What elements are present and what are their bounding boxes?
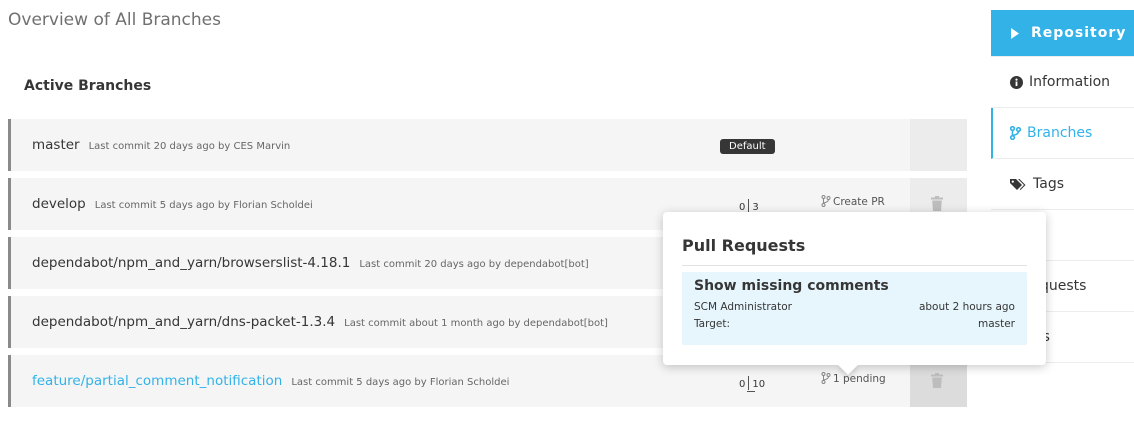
default-badge: Default <box>720 139 775 154</box>
behind-count: 10 <box>752 379 766 390</box>
pull-request-title: Show missing comments <box>694 278 889 294</box>
count-tick <box>747 391 755 392</box>
code-branch-icon <box>821 195 831 207</box>
pull-request-target: master <box>977 318 1015 330</box>
create-pr-button[interactable]: Create PR <box>821 195 885 208</box>
count-divider <box>748 376 750 390</box>
popover-title: Pull Requests <box>682 236 806 255</box>
page-title: Overview of All Branches <box>8 10 221 30</box>
branch-name[interactable]: dependabot/npm_and_yarn/dns-packet-1.3.4… <box>32 314 608 330</box>
count-divider <box>748 199 750 213</box>
pull-request-target-label: Target: <box>694 318 731 330</box>
sidebar-item-information[interactable]: Information <box>991 57 1134 108</box>
pending-pr-button[interactable]: 1 pending <box>821 372 886 385</box>
delete-cell <box>910 119 967 171</box>
branch-row-master: master Last commit 20 days ago by CES Mar… <box>8 119 967 171</box>
sidebar-item-branches[interactable]: Branches <box>991 108 1134 159</box>
ahead-count: 0 <box>739 379 746 390</box>
pull-request-card[interactable]: Show missing comments SCM Administrator … <box>682 272 1027 345</box>
caret-right-icon <box>1011 27 1019 39</box>
branch-meta: Last commit about 1 month ago by dependa… <box>344 318 608 329</box>
popover-divider <box>682 265 1027 266</box>
branch-meta: Last commit 20 days ago by dependabot[bo… <box>359 259 589 270</box>
branch-name-link[interactable]: feature/partial_comment_notification Last… <box>32 373 509 389</box>
tags-icon <box>1010 178 1026 190</box>
ahead-behind-counter: 03 <box>739 199 759 213</box>
code-branch-icon <box>821 372 831 384</box>
trash-icon[interactable] <box>931 196 943 211</box>
sidebar-item-tags[interactable]: Tags <box>991 159 1134 210</box>
pull-request-target-line: Target: master <box>694 318 1015 330</box>
code-branch-icon <box>1010 126 1021 140</box>
trash-icon[interactable] <box>931 373 943 388</box>
pull-request-author-line: SCM Administrator about 2 hours ago <box>694 301 1015 313</box>
section-title: Active Branches <box>24 78 152 94</box>
branch-meta: Last commit 5 days ago by Florian Schold… <box>291 377 510 388</box>
pull-request-author: SCM Administrator <box>694 301 792 313</box>
info-circle-icon <box>1010 75 1023 89</box>
ahead-behind-counter: 0 10 <box>739 376 766 392</box>
branch-meta: Last commit 20 days ago by CES Marvin <box>88 141 291 152</box>
branch-meta: Last commit 5 days ago by Florian Schold… <box>94 200 313 211</box>
sidebar-header-repository[interactable]: Repository <box>991 10 1134 57</box>
branch-name[interactable]: master Last commit 20 days ago by CES Mar… <box>32 137 290 153</box>
branch-name[interactable]: dependabot/npm_and_yarn/browserslist-4.1… <box>32 255 589 271</box>
pull-request-time: about 2 hours ago <box>918 301 1015 313</box>
pull-requests-popover: Pull Requests Show missing comments SCM … <box>663 212 1046 375</box>
branch-name[interactable]: develop Last commit 5 days ago by Florian… <box>32 196 313 212</box>
